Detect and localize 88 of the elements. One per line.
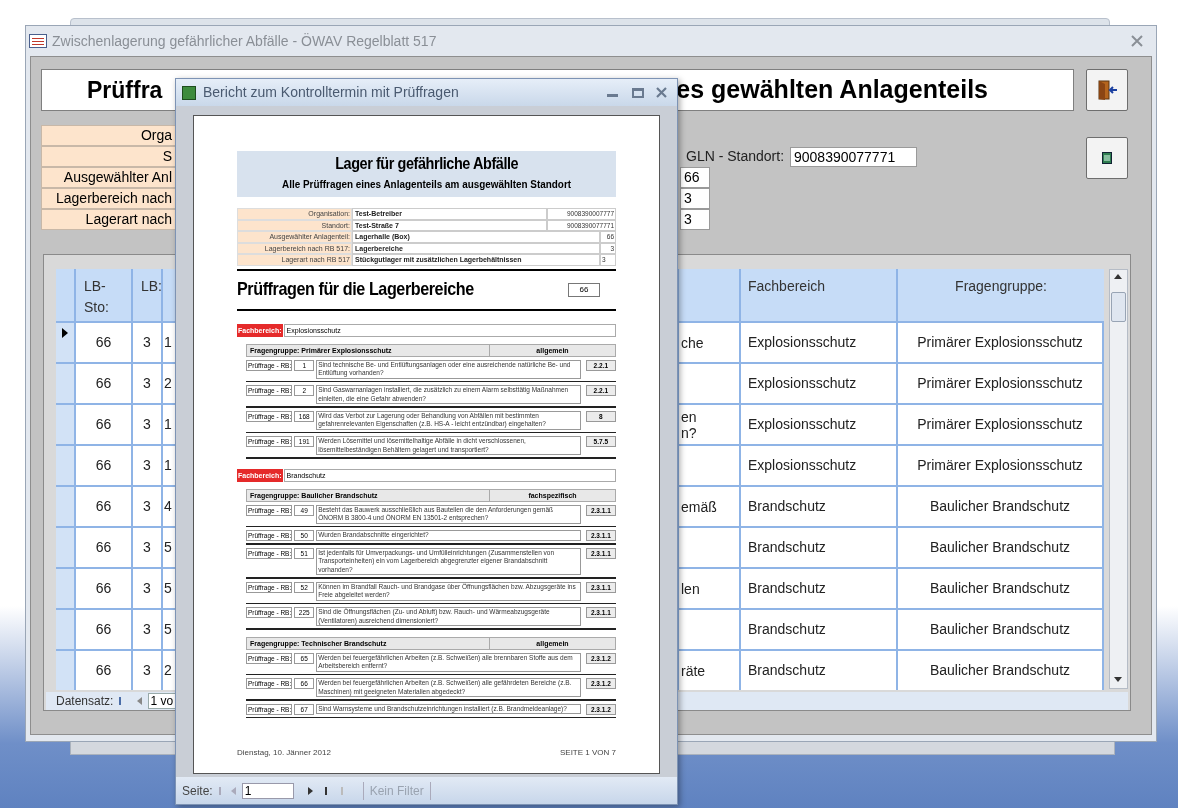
document-icon	[1102, 152, 1112, 164]
column-header: Fragengruppe:	[954, 277, 1048, 296]
value-field[interactable]: 66	[680, 167, 710, 188]
page-number-field[interactable]: 1	[241, 782, 294, 799]
exit-button[interactable]	[1086, 69, 1128, 111]
previous-record-icon[interactable]	[137, 697, 143, 705]
table-cell: Primärer Explosionsschutz	[898, 446, 1104, 485]
table-cell: 3	[133, 364, 163, 403]
table-cell: che	[679, 323, 741, 362]
table-cell: en n?	[679, 405, 741, 444]
table-cell: 3	[133, 405, 163, 444]
table-cell: 3	[133, 528, 163, 567]
field-label: Orga	[41, 125, 176, 146]
table-cell: 3	[133, 651, 163, 690]
table-cell: 3	[133, 487, 163, 526]
table-cell: 3	[133, 610, 163, 649]
value-field[interactable]: 3	[680, 188, 710, 209]
field-label: S	[41, 146, 176, 167]
table-cell: Brandschutz	[741, 487, 898, 526]
table-cell: 66	[76, 487, 133, 526]
table-cell: Brandschutz	[741, 610, 898, 649]
table-cell: Primärer Explosionsschutz	[898, 364, 1104, 403]
table-cell: 66	[76, 610, 133, 649]
exit-door-icon	[1096, 79, 1118, 101]
column-header: LB:	[133, 269, 163, 321]
report-value-box: 66	[568, 282, 600, 297]
report-heading: Prüffragen für die Lagerbereiche	[237, 277, 474, 302]
column-header: LB-Sto:	[76, 269, 133, 321]
header-title-part: es gewählten Anlagenteils	[676, 74, 988, 106]
page-count: SEITE 1 VON 7	[559, 747, 616, 759]
table-cell: len	[679, 569, 741, 608]
table-cell: räte	[679, 651, 741, 690]
table-cell: Baulicher Brandschutz	[898, 569, 1104, 608]
table-cell: 66	[76, 651, 133, 690]
header-title-part: Prüffra	[87, 75, 163, 105]
record-number-field[interactable]: 1 vo	[148, 693, 176, 709]
report-button[interactable]	[1086, 137, 1128, 179]
field-label: Lagerart nach	[41, 209, 176, 230]
table-cell: 3	[133, 569, 163, 608]
scroll-down-icon[interactable]	[1114, 677, 1122, 682]
scroll-up-icon[interactable]	[1114, 274, 1122, 279]
row-selector[interactable]	[56, 323, 76, 362]
table-cell: 66	[76, 569, 133, 608]
table-cell: Explosionsschutz	[741, 323, 898, 362]
table-cell: Baulicher Brandschutz	[898, 487, 1104, 526]
table-cell: Baulicher Brandschutz	[898, 651, 1104, 690]
table-cell: Explosionsschutz	[741, 446, 898, 485]
field-label: Ausgewählter Anl	[41, 167, 176, 188]
table-cell: 3	[133, 323, 163, 362]
table-cell: Primärer Explosionsschutz	[898, 405, 1104, 444]
scrollbar[interactable]	[1109, 269, 1128, 689]
table-cell: 66	[76, 528, 133, 567]
report-subtitle: Alle Prüffragen eines Anlagenteils am ausgewählten Standort	[282, 177, 571, 191]
table-cell: Brandschutz	[741, 651, 898, 690]
table-cell: Baulicher Brandschutz	[898, 610, 1104, 649]
table-cell: Brandschutz	[741, 528, 898, 567]
value-field[interactable]: 3	[680, 209, 710, 230]
table-cell: Baulicher Brandschutz	[898, 528, 1104, 567]
window-title: Bericht zum Kontrolltermin mit Prüffragen	[203, 83, 459, 102]
table-cell: Explosionsschutz	[741, 364, 898, 403]
report-date: Dienstag, 10. Jänner 2012	[237, 747, 331, 759]
close-button[interactable]	[656, 87, 667, 98]
table-cell: 3	[133, 446, 163, 485]
scroll-thumb[interactable]	[1111, 292, 1126, 322]
table-cell: Brandschutz	[741, 569, 898, 608]
table-cell: Explosionsschutz	[741, 405, 898, 444]
maximize-button[interactable]	[632, 87, 644, 98]
page-label: Seite:	[182, 782, 213, 800]
table-cell: Primärer Explosionsschutz	[898, 323, 1104, 362]
minimize-button[interactable]	[607, 94, 618, 97]
record-label: Datensatz:	[56, 693, 114, 710]
table-cell: 66	[76, 323, 133, 362]
table-cell: 66	[76, 405, 133, 444]
field-label: Lagerbereich nach	[41, 188, 176, 209]
field-label: GLN - Standort:	[686, 147, 786, 166]
table-cell: 66	[76, 364, 133, 403]
column-header: Fachbereich	[741, 269, 898, 321]
form-icon	[29, 34, 47, 48]
gln-field[interactable]: 9008390077771	[790, 146, 917, 167]
report-icon	[182, 85, 196, 100]
previous-page-icon[interactable]	[230, 786, 236, 795]
table-cell: 66	[76, 446, 133, 485]
table-cell: emäß	[679, 487, 741, 526]
report-title: Lager für gefährliche Abfälle	[334, 153, 519, 175]
window-title: Zwischenlagerung gefährlicher Abfälle - ÖWAV Regelblatt 517	[52, 31, 437, 51]
record-pointer-icon	[62, 328, 68, 338]
close-button[interactable]	[1131, 35, 1143, 47]
next-page-icon[interactable]	[307, 786, 313, 795]
